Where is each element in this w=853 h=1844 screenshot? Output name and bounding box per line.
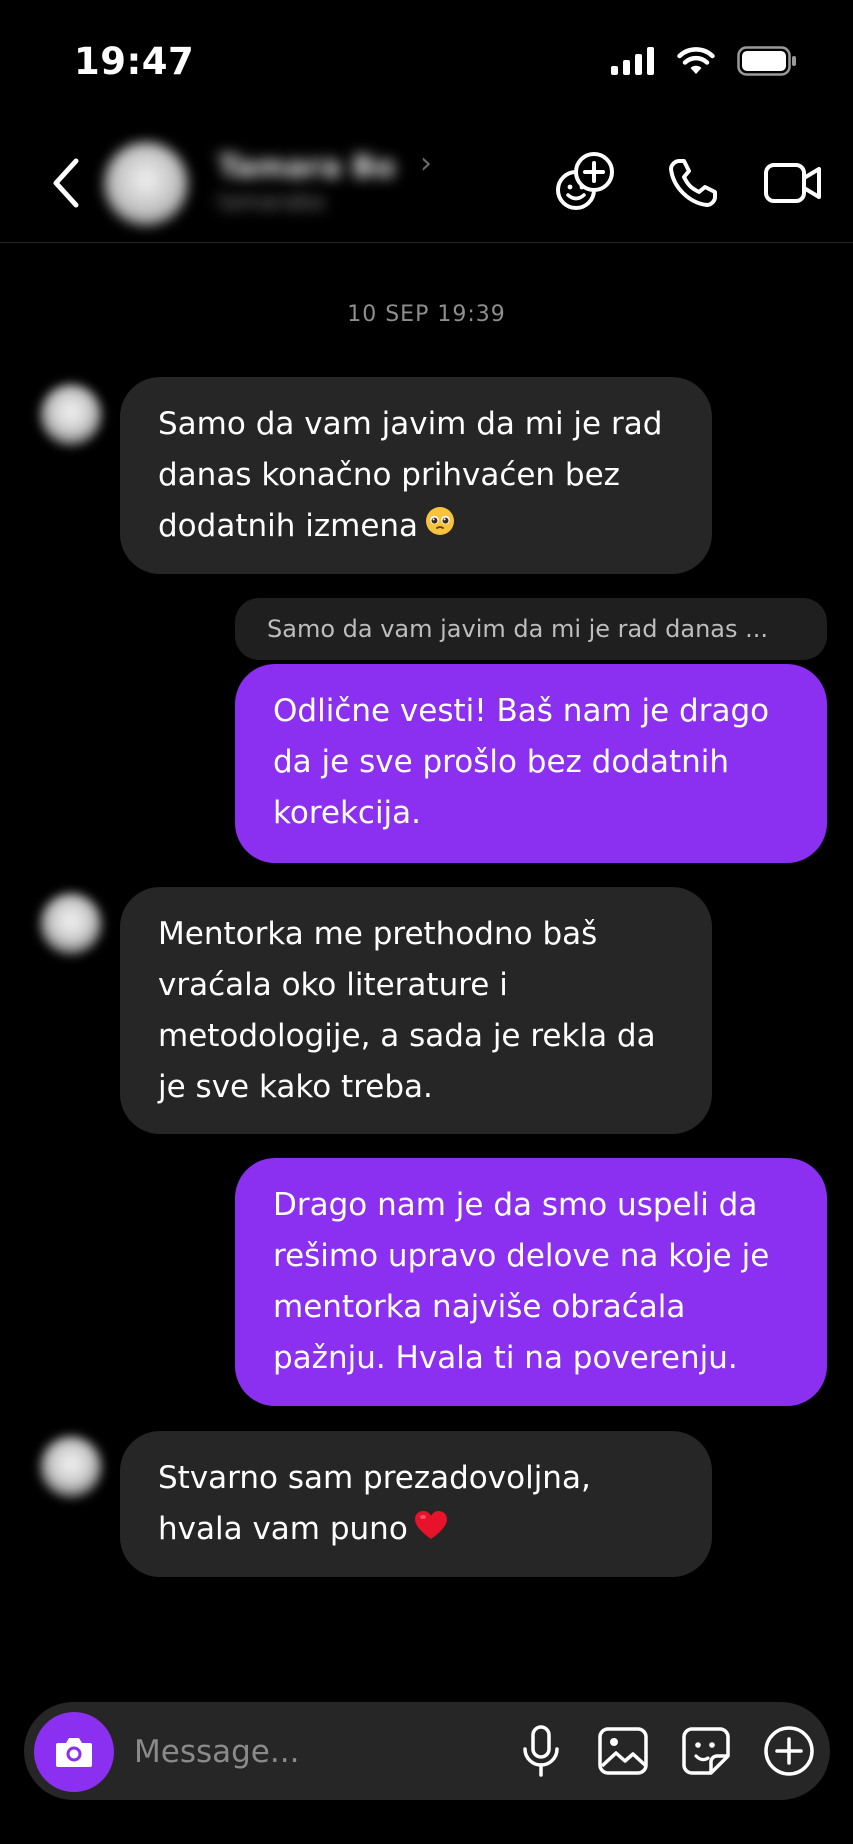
microphone-icon <box>523 1725 559 1777</box>
message-text: mentorka najviše obraćala <box>273 1289 686 1325</box>
message-bubble-outgoing[interactable]: Drago nam je da smo uspeli da rešimo upr… <box>235 1158 827 1406</box>
message-text: korekcija. <box>273 795 422 831</box>
contact-subtitle: tamarabo <box>218 190 325 215</box>
message-text: Mentorka me prethodno baš <box>158 916 598 952</box>
camera-icon <box>56 1738 92 1767</box>
back-chevron-icon <box>53 158 79 208</box>
message-bubble-incoming[interactable]: Samo da vam javim da mi je rad danas kon… <box>120 377 712 574</box>
sender-avatar[interactable] <box>40 384 102 446</box>
message-text: pažnju. Hvala ti na poverenju. <box>273 1340 738 1376</box>
gallery-button[interactable] <box>593 1721 653 1781</box>
pleading-face-emoji-icon <box>424 502 456 553</box>
message-text: dodatnih izmena <box>158 508 419 544</box>
gallery-icon <box>598 1727 648 1775</box>
message-text: Drago nam je da smo uspeli da <box>273 1187 758 1223</box>
call-button[interactable] <box>660 150 726 216</box>
message-bubble-incoming[interactable]: Mentorka me prethodno baš vraćala oko li… <box>120 887 712 1134</box>
video-call-button[interactable] <box>760 150 826 216</box>
reply-preview[interactable]: Samo da vam javim da mi je rad danas ... <box>235 598 827 660</box>
message-text: rešimo upravo delove na koje je <box>273 1238 770 1274</box>
red-heart-emoji-icon <box>414 1505 448 1556</box>
status-time: 19:47 <box>74 40 195 83</box>
plus-icon <box>764 1726 814 1776</box>
back-button[interactable] <box>48 155 84 211</box>
header-divider <box>0 242 853 243</box>
message-text: danas konačno prihvaćen bez <box>158 457 620 493</box>
message-text: metodologije, a sada je rekla da <box>158 1018 656 1054</box>
message-input[interactable] <box>134 1722 494 1782</box>
message-bubble-outgoing[interactable]: Odlične vesti! Baš nam je drago da je sv… <box>235 664 827 863</box>
cellular-signal-icon <box>611 47 654 75</box>
sender-avatar[interactable] <box>40 893 102 955</box>
message-text: Stvarno sam prezadovoljna, <box>158 1460 591 1496</box>
camera-button[interactable] <box>34 1712 114 1792</box>
phone-icon <box>669 159 717 207</box>
more-options-button[interactable] <box>759 1721 819 1781</box>
sticker-button[interactable] <box>676 1721 736 1781</box>
voice-message-button[interactable] <box>511 1721 571 1781</box>
message-text: je sve kako treba. <box>158 1069 433 1105</box>
message-text: Samo da vam javim da mi je rad <box>158 406 663 442</box>
message-text: vraćala oko literature i <box>158 967 508 1003</box>
message-text: Odlične vesti! Baš nam je drago <box>273 693 770 729</box>
status-icons <box>611 46 797 76</box>
chevron-right-icon: › <box>420 146 432 181</box>
sticker-icon <box>682 1727 730 1775</box>
thread-timestamp: 10 SEP 19:39 <box>347 302 506 327</box>
add-people-button[interactable] <box>552 150 618 216</box>
contact-name[interactable]: Tamara Bo <box>218 150 395 185</box>
wifi-icon <box>677 47 715 74</box>
message-text: hvala vam puno <box>158 1511 408 1547</box>
battery-icon <box>737 46 796 76</box>
sender-avatar[interactable] <box>40 1436 102 1498</box>
contact-avatar[interactable] <box>104 142 188 226</box>
message-bubble-incoming[interactable]: Stvarno sam prezadovoljna, hvala vam pun… <box>120 1431 712 1577</box>
video-camera-icon <box>764 163 821 203</box>
add-people-icon <box>556 152 614 210</box>
message-text: da je sve prošlo bez dodatnih <box>273 744 730 780</box>
